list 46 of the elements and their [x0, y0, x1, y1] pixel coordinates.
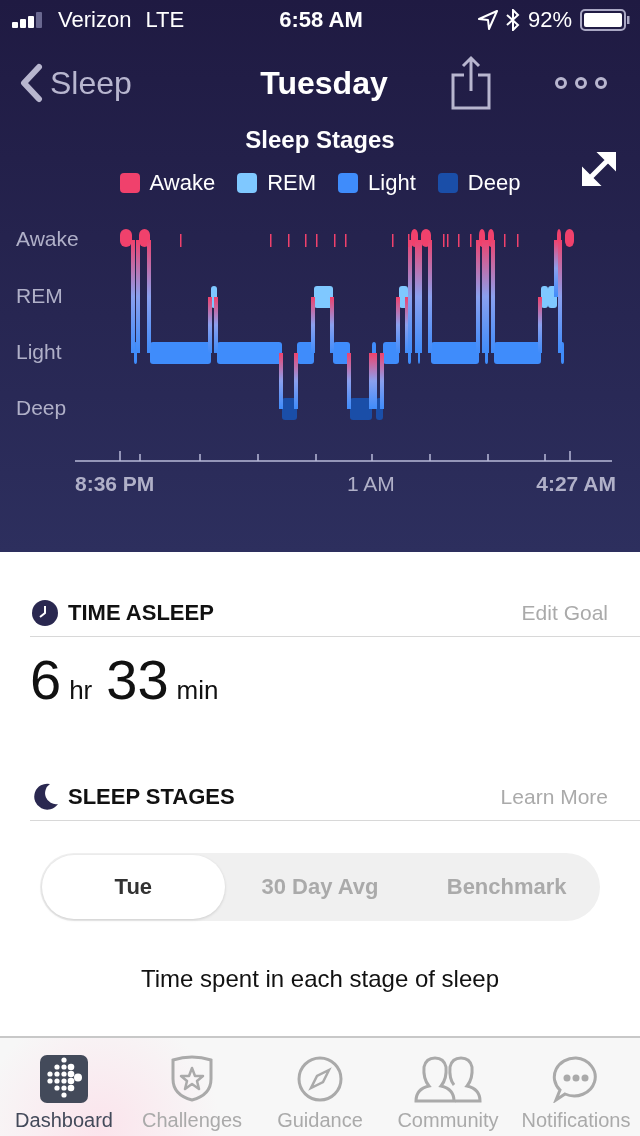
time-label: 1 AM: [347, 472, 395, 496]
legend-label: REM: [267, 170, 317, 196]
chevron-icon: [18, 63, 44, 103]
network-type: LTE: [145, 7, 185, 33]
carrier-name: Verizon: [58, 7, 132, 33]
tab-bar-item[interactable]: Notifications: [512, 1038, 640, 1136]
time-label: 8:36 PM: [75, 472, 155, 496]
tab-bar-item[interactable]: Dashboard: [0, 1038, 128, 1136]
back-button[interactable]: Sleep: [18, 63, 168, 103]
legend-label: Deep: [467, 170, 521, 196]
community-icon: [413, 1055, 483, 1103]
more-icon[interactable]: [554, 76, 608, 90]
bluetooth-icon: [505, 9, 520, 31]
chart-title: Sleep Stages: [244, 126, 396, 154]
stage-label: Light: [16, 340, 62, 364]
minutes-value: 33: [106, 647, 169, 712]
battery-percent: 92%: [527, 7, 572, 33]
location-icon: [477, 10, 498, 30]
share-icon[interactable]: [450, 55, 492, 111]
hours-unit: hr: [69, 675, 93, 706]
section-heading: TIME ASLEEP: [68, 600, 215, 626]
time-label: 4:27 AM: [536, 472, 616, 496]
legend-label: Light: [368, 170, 416, 196]
status-time: 6:58 AM: [279, 7, 363, 33]
clock-icon: [30, 598, 60, 628]
hours-value: 6: [30, 647, 62, 712]
tab-bar-item[interactable]: Guidance: [256, 1038, 384, 1136]
segment-tab[interactable]: 30 Day Avg: [228, 855, 412, 919]
legend-label: Awake: [149, 170, 216, 196]
guidance-icon: [296, 1055, 344, 1103]
expand-icon[interactable]: [582, 152, 616, 186]
stage-label: REM: [16, 284, 63, 308]
tab-bar-item[interactable]: Challenges: [128, 1038, 256, 1136]
segment-tab[interactable]: Tue: [42, 855, 225, 919]
dashboard-icon: [40, 1055, 88, 1103]
minutes-unit: min: [176, 675, 219, 706]
tab-bar-item[interactable]: Community: [384, 1038, 512, 1136]
stage-label: Awake: [16, 227, 79, 251]
section-heading: SLEEP STAGES: [68, 784, 236, 810]
battery-icon: [580, 9, 630, 31]
page-title: Tuesday: [259, 64, 389, 102]
edit-goal-link[interactable]: Edit Goal: [521, 601, 608, 625]
stage-label: Deep: [16, 396, 67, 420]
learn-more-link[interactable]: Learn More: [500, 785, 608, 809]
segment-tab[interactable]: Benchmark: [415, 855, 598, 919]
stages-caption: Time spent in each stage of sleep: [140, 965, 500, 993]
